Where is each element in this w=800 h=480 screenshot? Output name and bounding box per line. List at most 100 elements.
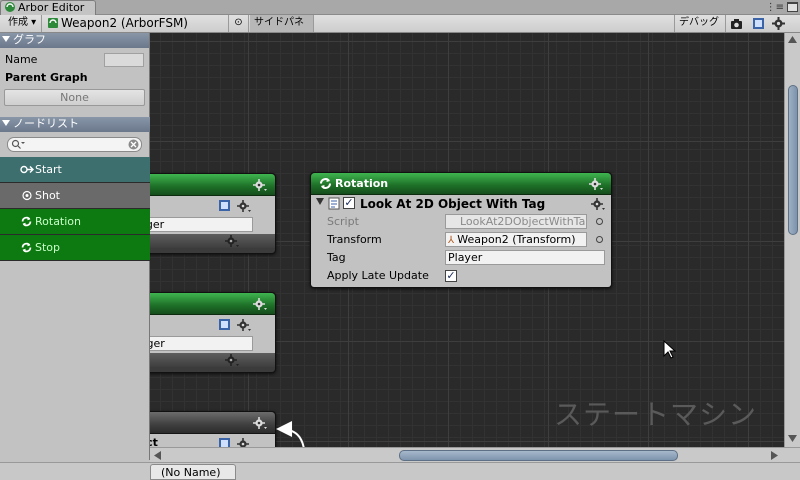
scroll-left-arrow-icon[interactable] bbox=[154, 451, 161, 460]
mouse-cursor-icon bbox=[663, 340, 677, 359]
window-tab[interactable]: Arbor Editor bbox=[0, 0, 96, 15]
vertical-scrollbar[interactable] bbox=[784, 33, 800, 447]
maximize-icon[interactable] bbox=[787, 2, 798, 12]
horizontal-scroll-thumb[interactable] bbox=[399, 450, 678, 461]
partial-node-2-transition-bar[interactable]: ate bbox=[150, 353, 275, 367]
vertical-scroll-thumb[interactable] bbox=[788, 85, 798, 235]
help-book-icon[interactable] bbox=[218, 437, 231, 447]
gear-icon[interactable] bbox=[253, 297, 267, 311]
partial-node-1-field[interactable]: figger bbox=[150, 217, 253, 232]
partial-node-2-behaviour-row bbox=[150, 315, 275, 335]
behaviour-enabled-checkbox[interactable]: ✓ bbox=[343, 197, 355, 209]
horizontal-scrollbar[interactable] bbox=[150, 447, 800, 462]
partial-node-2-field-row: rigger bbox=[150, 335, 275, 353]
node-list-item-shot[interactable]: Shot bbox=[0, 183, 150, 209]
create-dropdown[interactable]: 作成 ▾ bbox=[4, 15, 42, 32]
transform-icon: ⅄ bbox=[448, 235, 458, 246]
partial-node-2[interactable]: rigger ate bbox=[150, 292, 276, 373]
partial-node-3-body: bject bbox=[150, 434, 275, 447]
field-label-script: Script bbox=[327, 215, 359, 228]
rotation-node-title: Rotation bbox=[335, 177, 389, 190]
node-list-section-header[interactable]: ノードリスト bbox=[0, 117, 150, 132]
partial-node-3-header[interactable] bbox=[150, 412, 275, 434]
debug-label: デバッグ bbox=[679, 17, 719, 28]
partial-node-1-header[interactable] bbox=[150, 174, 275, 196]
partial-node-1-behaviour-row bbox=[150, 196, 275, 216]
state-cycle-icon bbox=[320, 178, 331, 189]
transition-arrow[interactable] bbox=[274, 417, 314, 447]
apply-late-update-checkbox[interactable]: ✓ bbox=[445, 270, 457, 282]
node-list-item-stop[interactable]: Stop bbox=[0, 235, 150, 261]
field-row-script: Script LookAt2DObjectWithTa bbox=[311, 213, 611, 231]
foldout-arrow-icon[interactable] bbox=[316, 198, 324, 205]
parent-graph-label: Parent Graph bbox=[5, 71, 88, 84]
partial-node-3[interactable]: bject bbox=[150, 411, 276, 447]
canvas-watermark: ステートマシン bbox=[554, 398, 758, 431]
partial-node-2-field[interactable]: rigger bbox=[150, 336, 253, 351]
tag-field[interactable]: Player bbox=[445, 250, 605, 265]
window-tab-title: Arbor Editor bbox=[18, 1, 85, 14]
gear-icon[interactable] bbox=[237, 437, 251, 447]
node-list: Start Shot Rotation Stop bbox=[0, 157, 150, 261]
node-list-item-start[interactable]: Start bbox=[0, 157, 150, 183]
rotation-node[interactable]: Rotation ✓ Look At 2D Object With Tag Sc… bbox=[310, 172, 612, 288]
name-label: Name bbox=[5, 53, 38, 66]
side-panel: グラフ Name Parent Graph None ノードリスト Start … bbox=[0, 33, 150, 460]
node-list-item-rotation[interactable]: Rotation bbox=[0, 209, 150, 235]
side-panel-toggle[interactable]: サイドパネル bbox=[250, 15, 314, 44]
foldout-arrow-icon bbox=[2, 120, 10, 126]
create-label: 作成 bbox=[8, 17, 28, 28]
graph-section-title: グラフ bbox=[13, 33, 46, 46]
node-list-label: Start bbox=[35, 163, 62, 176]
node-list-label: Rotation bbox=[35, 215, 82, 228]
object-picker-icon[interactable] bbox=[596, 236, 603, 243]
help-book-icon[interactable] bbox=[218, 318, 231, 331]
scroll-right-arrow-icon[interactable] bbox=[771, 451, 778, 460]
field-row-tag: Tag Player bbox=[311, 249, 611, 267]
help-book-icon[interactable] bbox=[752, 17, 765, 30]
field-row-apply-late-update: Apply Late Update ✓ bbox=[311, 267, 611, 285]
rotation-node-header[interactable]: Rotation bbox=[311, 173, 611, 195]
foldout-arrow-icon bbox=[2, 36, 10, 42]
partial-node-3-behaviour-title: bject bbox=[150, 436, 158, 447]
partial-node-1[interactable]: figger ate bbox=[150, 173, 276, 254]
script-field: LookAt2DObjectWithTa bbox=[445, 214, 587, 229]
state-cycle-icon bbox=[21, 242, 32, 253]
settings-gear-icon[interactable] bbox=[772, 17, 785, 30]
gear-icon[interactable] bbox=[225, 353, 239, 367]
partial-node-3-behaviour-row: bject bbox=[150, 434, 275, 447]
node-search-input[interactable] bbox=[7, 137, 142, 152]
gear-icon[interactable] bbox=[253, 416, 267, 430]
field-row-transform: Transform ⅄ Weapon2 (Transform) bbox=[311, 231, 611, 249]
graph-selector[interactable]: Weapon2 (ArborFSM) bbox=[43, 15, 229, 32]
clear-search-icon[interactable] bbox=[128, 139, 139, 150]
script-field-value: LookAt2DObjectWithTa bbox=[460, 215, 586, 228]
gear-icon[interactable] bbox=[589, 177, 603, 191]
camera-icon[interactable] bbox=[730, 17, 743, 30]
scroll-down-arrow-icon[interactable] bbox=[788, 435, 797, 442]
node-list-label: Shot bbox=[35, 189, 60, 202]
graph-section-header[interactable]: グラフ bbox=[0, 33, 149, 48]
partial-node-2-header[interactable] bbox=[150, 293, 275, 315]
gear-icon[interactable] bbox=[253, 178, 267, 192]
transform-field-value: Weapon2 (Transform) bbox=[457, 233, 576, 246]
name-field[interactable] bbox=[104, 53, 144, 67]
gear-icon[interactable] bbox=[237, 199, 251, 213]
gear-icon[interactable] bbox=[225, 234, 239, 248]
gear-icon[interactable] bbox=[591, 197, 605, 211]
gear-icon[interactable] bbox=[237, 318, 251, 332]
debug-dropdown[interactable]: デバッグ ▾ bbox=[674, 15, 726, 44]
state-cycle-icon bbox=[21, 216, 32, 227]
status-bar: (No Name) bbox=[0, 462, 800, 480]
object-picker-icon[interactable]: ⊙ bbox=[229, 15, 249, 32]
tab-menu-icon[interactable]: ⋮≡ bbox=[766, 2, 784, 13]
help-book-icon[interactable] bbox=[218, 199, 231, 212]
graph-canvas[interactable]: ステートマシン figger ate bbox=[150, 33, 784, 447]
scroll-up-arrow-icon[interactable] bbox=[788, 36, 797, 43]
parent-graph-button[interactable]: None bbox=[4, 89, 145, 106]
graph-name-tab[interactable]: (No Name) bbox=[150, 464, 236, 480]
window-tab-strip: Arbor Editor ⋮≡ bbox=[0, 0, 800, 15]
object-picker-icon[interactable] bbox=[596, 218, 603, 225]
partial-node-1-transition-bar[interactable]: ate bbox=[150, 234, 275, 248]
transform-field[interactable]: ⅄ Weapon2 (Transform) bbox=[445, 232, 587, 247]
